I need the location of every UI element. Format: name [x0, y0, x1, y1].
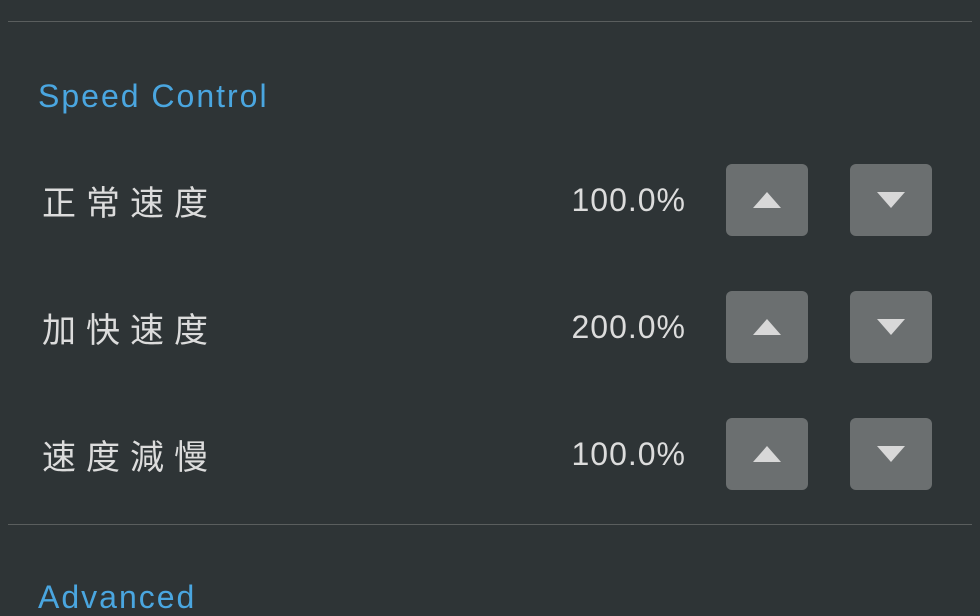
fast-speed-row: 加快速度 200.0%: [0, 291, 980, 363]
normal-speed-label: 正常速度: [0, 176, 571, 225]
chevron-down-icon: [877, 446, 905, 462]
chevron-up-icon: [753, 319, 781, 335]
chevron-up-icon: [753, 192, 781, 208]
chevron-up-icon: [753, 446, 781, 462]
chevron-down-icon: [877, 192, 905, 208]
normal-speed-increase-button[interactable]: [726, 164, 808, 236]
fast-speed-label: 加快速度: [0, 303, 571, 352]
chevron-down-icon: [877, 319, 905, 335]
top-divider: [8, 0, 972, 22]
slow-speed-label: 速度減慢: [0, 430, 571, 479]
fast-speed-increase-button[interactable]: [726, 291, 808, 363]
slow-speed-decrease-button[interactable]: [850, 418, 932, 490]
normal-speed-row: 正常速度 100.0%: [0, 164, 980, 236]
slow-speed-increase-button[interactable]: [726, 418, 808, 490]
section-divider: [8, 524, 972, 525]
fast-speed-value: 200.0%: [571, 309, 686, 346]
slow-speed-value: 100.0%: [571, 436, 686, 473]
speed-control-section-title: Speed Control: [0, 78, 269, 115]
slow-speed-row: 速度減慢 100.0%: [0, 418, 980, 490]
fast-speed-decrease-button[interactable]: [850, 291, 932, 363]
advanced-section-title: Advanced: [0, 579, 196, 616]
normal-speed-value: 100.0%: [571, 182, 686, 219]
normal-speed-decrease-button[interactable]: [850, 164, 932, 236]
